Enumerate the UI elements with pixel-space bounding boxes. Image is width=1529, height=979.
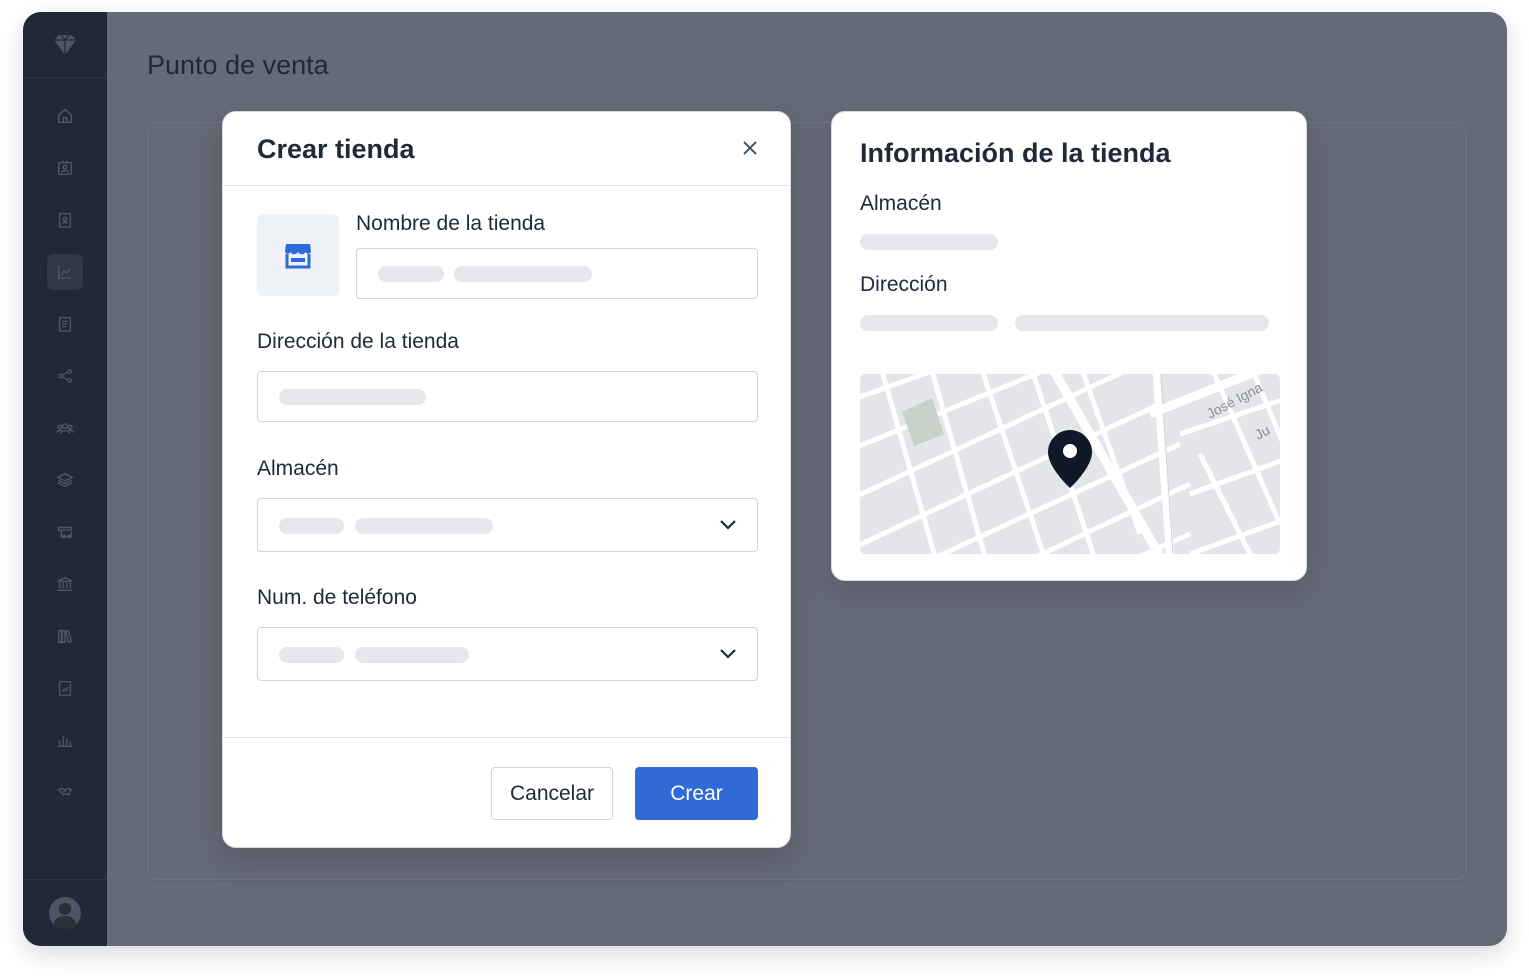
warehouse-select[interactable] [257, 498, 758, 552]
store-name-input[interactable] [356, 248, 758, 299]
phone-select[interactable] [257, 627, 758, 681]
store-info-card: Información de la tienda Almacén Direcci… [831, 111, 1307, 581]
chevron-down-icon[interactable] [719, 646, 737, 662]
store-address-input[interactable] [257, 371, 758, 422]
user-avatar[interactable] [49, 897, 81, 929]
bar-chart-icon[interactable] [47, 722, 83, 758]
id-card-icon[interactable] [47, 150, 83, 186]
chevron-down-icon[interactable] [719, 517, 737, 533]
store-icon[interactable] [257, 214, 339, 296]
diamond-logo-icon[interactable] [23, 12, 107, 78]
handshake-icon[interactable] [47, 774, 83, 810]
modal-header: Crear tienda [223, 112, 790, 186]
info-address-label: Dirección [860, 273, 948, 296]
skeleton-placeholder [279, 647, 344, 663]
skeleton-placeholder [279, 518, 344, 534]
warehouse-label: Almacén [257, 457, 339, 480]
users-icon[interactable] [47, 410, 83, 446]
skeleton-placeholder [454, 266, 592, 282]
store-address-label: Dirección de la tienda [257, 330, 459, 353]
chart-icon[interactable] [47, 254, 83, 290]
modal-title: Crear tienda [257, 134, 415, 164]
home-icon[interactable] [47, 98, 83, 134]
sidebar [23, 12, 107, 946]
create-button[interactable]: Crear [635, 767, 758, 820]
store-name-label: Nombre de la tienda [356, 212, 546, 235]
skeleton-placeholder [378, 266, 444, 282]
page-title: Punto de venta [147, 50, 329, 80]
sidebar-footer [23, 879, 107, 946]
info-warehouse-label: Almacén [860, 192, 942, 215]
store-map[interactable]: José Igna Ju [860, 374, 1280, 554]
books-icon[interactable] [47, 618, 83, 654]
skeleton-placeholder [279, 389, 426, 405]
skeleton-placeholder [860, 315, 998, 331]
phone-label: Num. de teléfono [257, 586, 417, 609]
close-icon[interactable] [738, 136, 762, 160]
skeleton-placeholder [860, 234, 998, 250]
create-store-modal: Crear tienda Nombre de la tienda Direcci… [222, 111, 791, 848]
modal-footer: Cancelar Crear [223, 737, 790, 849]
layers-icon[interactable] [47, 462, 83, 498]
skeleton-placeholder [1015, 315, 1269, 331]
skeleton-placeholder [355, 518, 493, 534]
info-card-title: Información de la tienda [860, 138, 1171, 168]
skeleton-placeholder [355, 647, 469, 663]
contact-icon[interactable] [47, 202, 83, 238]
document-icon[interactable] [47, 306, 83, 342]
cancel-button[interactable]: Cancelar [491, 767, 613, 820]
truck-icon[interactable] [47, 514, 83, 550]
share-icon[interactable] [47, 358, 83, 394]
file-chart-icon[interactable] [47, 670, 83, 706]
bank-icon[interactable] [47, 566, 83, 602]
